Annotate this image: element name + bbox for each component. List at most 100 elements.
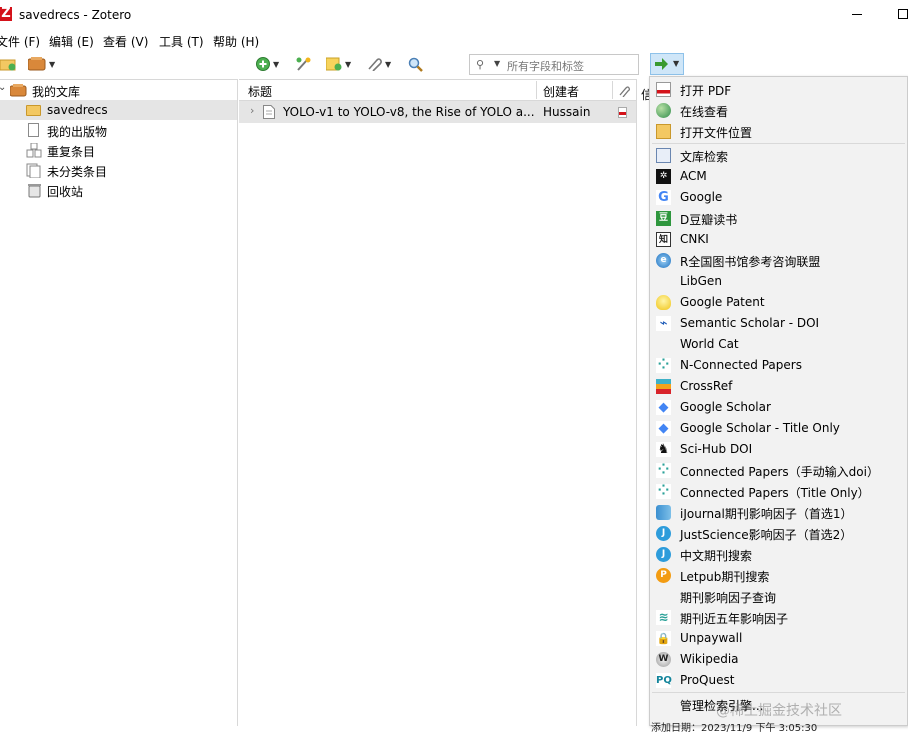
search-input[interactable]: ⚲ ▼ 所有字段和标签 — [469, 54, 639, 75]
locate-menu-item[interactable]: 打开文件位置 — [650, 121, 907, 142]
column-creator[interactable]: 创建者 — [543, 83, 579, 100]
pdf-attachment-icon[interactable] — [618, 107, 628, 118]
menu-edit[interactable]: 编辑 (E) — [49, 33, 94, 50]
locate-menu-item[interactable]: ◆ Google Scholar - Title Only — [650, 418, 907, 439]
menu-item-label: Google Scholar — [680, 400, 771, 414]
locate-menu-item[interactable]: 打开 PDF — [650, 79, 907, 100]
locate-menu-item[interactable]: World Cat — [650, 334, 907, 355]
locate-menu-item[interactable]: ≋ 期刊近五年影响因子 — [650, 607, 907, 628]
locate-menu-item[interactable]: J JustScience影响因子（首选2） — [650, 523, 907, 544]
locate-menu-item[interactable]: 知 CNKI — [650, 229, 907, 250]
toolbar: ▼ ▼ ▼ ▼ ⚲ ▼ 所有字段和标签 ▼ — [0, 52, 908, 78]
new-library-button[interactable]: ▼ — [28, 57, 55, 71]
menu-item-label: JustScience影响因子（首选2） — [680, 528, 853, 542]
menu-item-label: 文库检索 — [680, 150, 729, 164]
minimize-button[interactable] — [852, 14, 862, 15]
collection-unfiled[interactable]: 未分类条目 — [0, 160, 237, 180]
locate-menu-item[interactable]: 期刊影响因子查询 — [650, 586, 907, 607]
duplicates-icon — [26, 143, 42, 158]
locate-menu-item[interactable]: 🔒 Unpaywall — [650, 628, 907, 649]
advanced-search-icon — [408, 57, 423, 72]
letpub-icon: P — [656, 568, 671, 583]
locate-menu-item[interactable]: ⁘ N-Connected Papers — [650, 355, 907, 376]
library-label: 我的文库 — [32, 85, 81, 99]
locate-menu-item[interactable]: ⁘ Connected Papers（手动输入doi） — [650, 460, 907, 481]
locate-menu-item[interactable]: PQ ProQuest — [650, 670, 907, 691]
locate-menu-item[interactable]: P Letpub期刊搜索 — [650, 565, 907, 586]
collection-savedrecs[interactable]: savedrecs — [0, 100, 237, 120]
connected-papers-icon: ⁘ — [656, 483, 671, 499]
locate-menu-item[interactable]: e R全国图书馆参考咨询联盟 — [650, 250, 907, 271]
crossref-icon — [656, 379, 671, 394]
menu-view[interactable]: 查看 (V) — [103, 33, 148, 50]
raven-icon: ♞ — [656, 442, 671, 457]
ijournal-icon — [656, 505, 671, 520]
google-icon: G — [656, 190, 671, 205]
chevron-down-icon: ⌄ — [0, 82, 7, 93]
locate-menu-item[interactable]: ⌁ Semantic Scholar - DOI — [650, 313, 907, 334]
chevron-right-icon[interactable]: › — [250, 104, 254, 117]
menu-help[interactable]: 帮助 (H) — [213, 33, 259, 50]
column-title[interactable]: 标题 — [248, 83, 272, 100]
menu-tools[interactable]: 工具 (T) — [159, 33, 204, 50]
chevron-down-icon: ▼ — [273, 59, 280, 69]
advanced-search-button[interactable] — [408, 57, 424, 72]
menu-item-label: D豆瓣读书 — [680, 213, 738, 227]
folder-icon — [656, 124, 671, 139]
new-collection-button[interactable] — [0, 57, 16, 71]
search-icon: ⚲ — [476, 58, 485, 71]
menu-item-label: Google Scholar - Title Only — [680, 421, 840, 435]
locate-menu-item[interactable]: Google Patent — [650, 292, 907, 313]
menu-item-label: R全国图书馆参考咨询联盟 — [680, 255, 821, 269]
menu-file[interactable]: 文件 (F) — [0, 33, 40, 50]
locate-menu-item[interactable]: ⁘ Connected Papers（Title Only） — [650, 481, 907, 502]
search-mode-dropdown-icon[interactable]: ▼ — [494, 59, 500, 68]
attachment-icon — [368, 58, 382, 71]
collection-trash[interactable]: 回收站 — [0, 180, 237, 200]
publications-icon — [28, 123, 39, 137]
locate-menu-item[interactable]: 文库检索 — [650, 145, 907, 166]
locate-menu-item[interactable]: CrossRef — [650, 376, 907, 397]
menu-item-label: Wikipedia — [680, 652, 739, 666]
locate-menu-item[interactable]: LibGen — [650, 271, 907, 292]
menu-item-label: 在线查看 — [680, 105, 729, 119]
locate-menu-item[interactable]: W Wikipedia — [650, 649, 907, 670]
locate-menu-item[interactable]: G Google — [650, 187, 907, 208]
menu-item-label: N-Connected Papers — [680, 358, 802, 372]
menu-item-label: 期刊影响因子查询 — [680, 591, 777, 605]
title-bar: Z savedrecs - Zotero — [0, 0, 908, 30]
column-divider[interactable] — [536, 81, 537, 99]
table-row[interactable]: › YOLO-v1 to YOLO-v8, the Rise of YOLO a… — [239, 101, 637, 123]
chevron-down-icon: ▼ — [345, 59, 352, 69]
justscience-icon: J — [656, 526, 671, 541]
locate-menu-item[interactable]: iJournal期刊影响因子（首选1） — [650, 502, 907, 523]
locate-menu-item[interactable]: ✲ ACM — [650, 166, 907, 187]
menu-item-label: ProQuest — [680, 673, 735, 687]
attachment-button[interactable]: ▼ — [366, 57, 391, 71]
locate-menu-item[interactable]: J 中文期刊搜索 — [650, 544, 907, 565]
lightbulb-icon — [656, 295, 671, 310]
collection-my-publications[interactable]: 我的出版物 — [0, 120, 237, 140]
menu-item-label: ACM — [680, 169, 707, 183]
menu-item-label: World Cat — [680, 337, 739, 351]
collection-label: 重复条目 — [47, 145, 96, 159]
library-root[interactable]: ⌄ 我的文库 — [0, 80, 237, 100]
new-note-button[interactable]: ▼ — [326, 57, 351, 71]
locate-button[interactable]: ▼ — [650, 53, 684, 75]
column-divider[interactable] — [612, 81, 613, 99]
proquest-icon: PQ — [656, 673, 672, 688]
locate-menu-item[interactable]: ◆ Google Scholar — [650, 397, 907, 418]
locate-menu-item[interactable]: 豆 D豆瓣读书 — [650, 208, 907, 229]
item-title: YOLO-v1 to YOLO-v8, the Rise of YOLO a..… — [283, 105, 535, 119]
collection-duplicates[interactable]: 重复条目 — [0, 140, 237, 160]
semantic-scholar-icon: ⌁ — [656, 316, 671, 331]
locate-menu-item[interactable]: 在线查看 — [650, 100, 907, 121]
maximize-button[interactable] — [898, 9, 908, 19]
attachment-column-icon[interactable] — [618, 85, 630, 97]
new-item-button[interactable]: ▼ — [256, 57, 279, 71]
menu-item-label: iJournal期刊影响因子（首选1） — [680, 507, 853, 521]
locate-menu-item[interactable]: ♞ Sci-Hub DOI — [650, 439, 907, 460]
add-by-identifier-button[interactable] — [296, 57, 312, 72]
zotero-logo-icon: Z — [0, 6, 12, 21]
collection-label: 回收站 — [47, 185, 84, 199]
